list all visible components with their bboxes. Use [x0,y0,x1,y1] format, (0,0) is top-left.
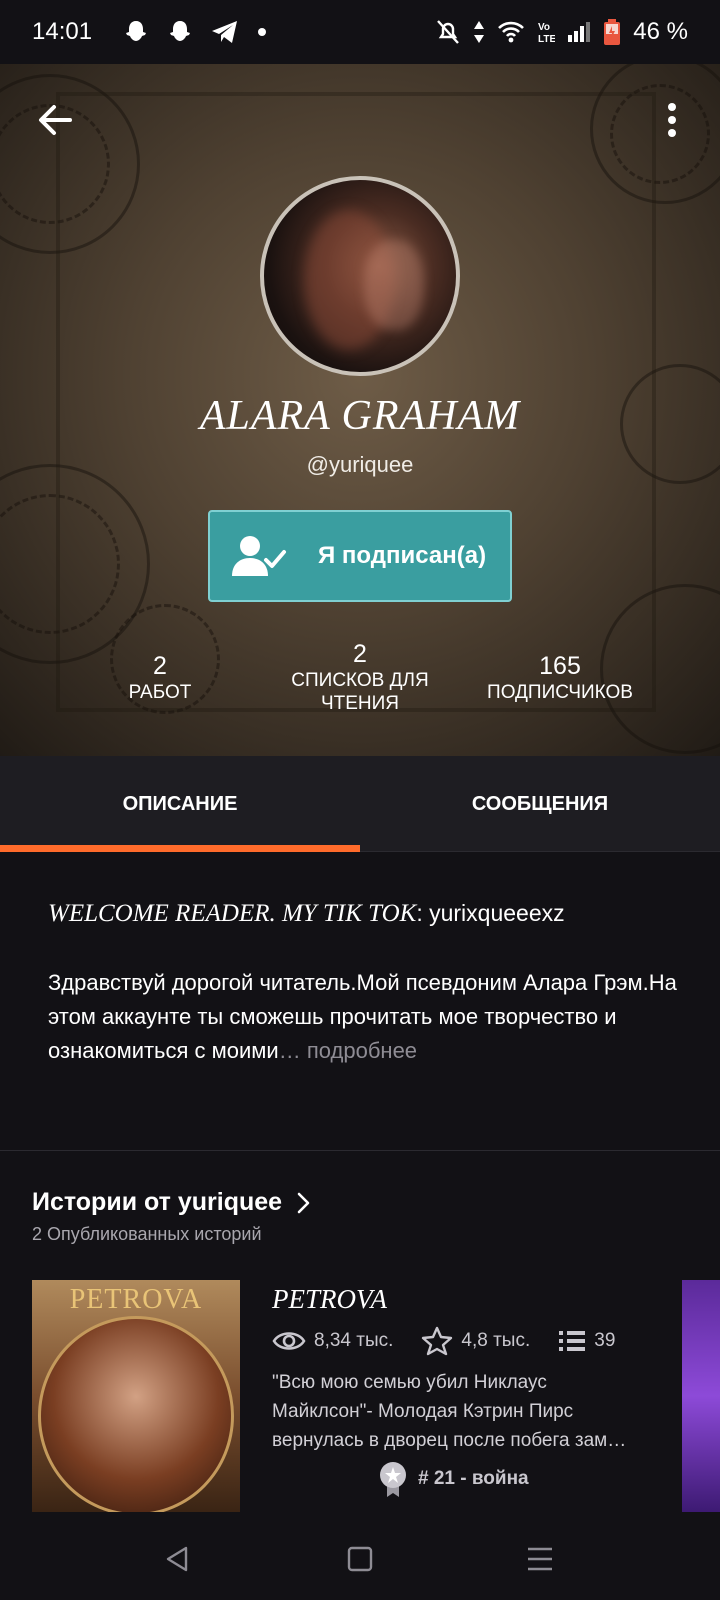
stories-subtitle: 2 Опубликованных историй [32,1224,262,1244]
stat-value: 165 [539,652,581,680]
data-arrows-icon [473,19,485,45]
more-vertical-icon [668,103,676,137]
signal-icon [567,21,591,43]
story-parts: 39 [594,1330,616,1351]
story-rank[interactable]: # 21 - война [378,1460,529,1498]
stat-value: 2 [353,640,367,668]
stat-works[interactable]: 2 РАБОТ [100,652,220,704]
status-time: 14:01 [32,18,93,45]
stories-section-header[interactable]: Истории от yuriquee [32,1188,312,1217]
nav-home-icon[interactable] [346,1544,374,1574]
tab-description[interactable]: ОПИСАНИЕ [0,756,360,852]
welcome-line: WELCOME READER. MY TIK TOK: yurixqueeexz [48,900,688,928]
stat-label: ПОДПИСЧИКОВ [487,682,633,703]
stories-title: Истории от yuriquee [32,1188,283,1216]
profile-display-name: ALARA GRAHAM [199,393,521,439]
volte-icon: Vo LTE [537,19,555,45]
back-button[interactable] [34,98,78,142]
list-icon [559,1331,586,1351]
eye-icon [272,1332,306,1350]
story-description: "Всю мою семью убил Никлаус Майклсон"- М… [272,1372,627,1451]
story-title[interactable]: PETROVA [272,1284,387,1315]
story-rank-label: # 21 - война [418,1468,529,1489]
follow-button[interactable]: Я подписан(а) [208,510,512,602]
battery-icon [603,18,621,46]
chevron-right-icon [297,1192,310,1213]
bio-text: Здравствуй дорогой читатель.Мой псевдони… [48,966,688,1068]
battery-percent: 46 % [633,18,688,45]
about-section: WELCOME READER. MY TIK TOK: yurixqueeexz… [48,900,688,1068]
svg-text:Vo: Vo [538,22,550,33]
stat-followers[interactable]: 165 ПОДПИСЧИКОВ [470,652,650,704]
back-arrow-icon [39,105,72,135]
read-more-link[interactable]: подробнее [301,1038,417,1063]
stat-label: СПИСКОВ ДЛЯ ЧТЕНИЯ [291,670,429,714]
profile-tabs: ОПИСАНИЕ СООБЩЕНИЯ [0,756,720,852]
avatar[interactable] [260,176,460,376]
mute-icon [435,18,461,46]
telegram-icon [210,18,240,46]
story-stats: 8,34 тыс. 4,8 тыс. 39 [272,1326,615,1356]
nav-back-icon[interactable] [162,1544,192,1574]
story-cover[interactable]: PETROVA [32,1280,240,1512]
user-check-icon [232,536,286,576]
stat-label: РАБОТ [128,682,192,703]
bio-ellipsis: … [278,1038,301,1063]
story-cover-next[interactable] [682,1280,720,1512]
star-icon [422,1326,453,1356]
tab-messages[interactable]: СООБЩЕНИЯ [360,756,720,852]
story-votes: 4,8 тыс. [461,1330,531,1351]
dot-icon [256,26,268,38]
nav-recents-icon[interactable] [526,1544,554,1574]
svg-text:LTE: LTE [538,34,555,45]
snapchat-icon [122,18,150,46]
welcome-styled-text: WELCOME READER. MY TIK TOK [48,900,417,927]
story-reads: 8,34 тыс. [314,1330,394,1351]
profile-username: @yuriquee [306,452,414,477]
status-bar: 14:01 Vo LTE 46 % [0,0,720,64]
stat-value: 2 [153,652,167,680]
welcome-tiktok-handle: : yurixqueeexz [416,900,565,926]
profile-stats: 2 РАБОТ 2 СПИСКОВ ДЛЯ ЧТЕНИЯ 165 ПОДПИСЧ… [0,630,720,730]
follow-button-label: Я подписан(а) [318,542,487,569]
stat-reading-lists[interactable]: 2 СПИСКОВ ДЛЯ ЧТЕНИЯ [280,640,440,715]
ranking-badge-icon [380,1462,406,1497]
snapchat-icon [166,18,194,46]
cover-title-text: PETROVA [69,1284,203,1315]
more-options-button[interactable] [650,98,694,142]
divider [0,1150,720,1151]
wifi-icon [497,20,525,44]
